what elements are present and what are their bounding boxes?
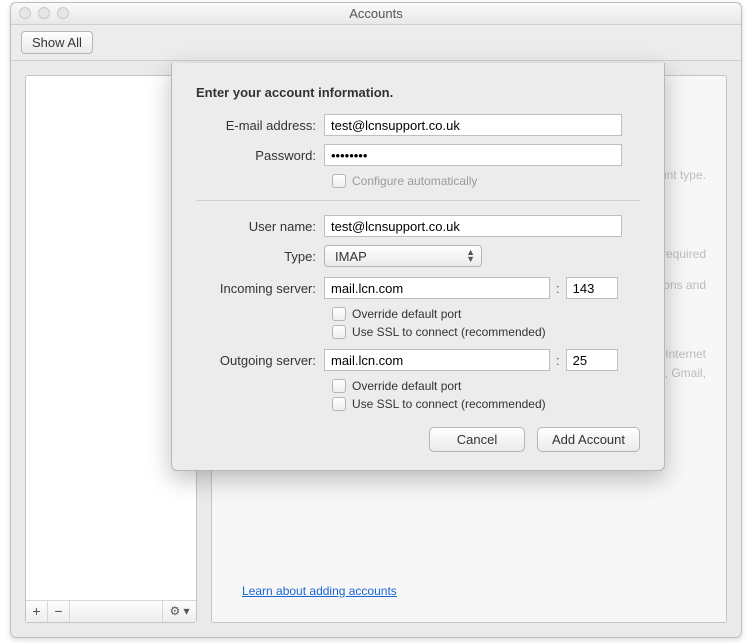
outgoing-server-field[interactable] <box>324 349 550 371</box>
email-field[interactable] <box>324 114 622 136</box>
incoming-server-field[interactable] <box>324 277 550 299</box>
sheet-buttons: Cancel Add Account <box>196 427 640 452</box>
close-window-button[interactable] <box>19 7 31 19</box>
add-account-confirm-button[interactable]: Add Account <box>537 427 640 452</box>
outgoing-port-field[interactable] <box>566 349 618 371</box>
remove-account-button[interactable]: − <box>48 601 70 622</box>
incoming-label: Incoming server: <box>196 281 324 296</box>
outgoing-override-port-checkbox[interactable] <box>332 379 346 393</box>
outgoing-label: Outgoing server: <box>196 353 324 368</box>
incoming-ssl-row[interactable]: Use SSL to connect (recommended) <box>332 325 640 339</box>
add-account-button[interactable]: + <box>26 601 48 622</box>
incoming-override-port-checkbox[interactable] <box>332 307 346 321</box>
preferences-window: Accounts Show All + − ⚙ ▾ get started, s… <box>10 2 742 638</box>
type-value: IMAP <box>335 249 367 264</box>
outgoing-override-port-row[interactable]: Override default port <box>332 379 640 393</box>
zoom-window-button[interactable] <box>57 7 69 19</box>
incoming-port-field[interactable] <box>566 277 618 299</box>
username-label: User name: <box>196 219 324 234</box>
type-label: Type: <box>196 249 324 264</box>
select-arrows-icon: ▲▼ <box>466 249 475 263</box>
cancel-button[interactable]: Cancel <box>429 427 525 452</box>
email-label: E-mail address: <box>196 118 324 133</box>
type-select[interactable]: IMAP ▲▼ <box>324 245 482 267</box>
sidebar-footer: + − ⚙ ▾ <box>26 600 196 622</box>
sheet-heading: Enter your account information. <box>196 85 640 100</box>
learn-more-link[interactable]: Learn about adding accounts <box>242 584 397 598</box>
incoming-ssl-checkbox[interactable] <box>332 325 346 339</box>
toolbar: Show All <box>11 25 741 61</box>
username-field[interactable] <box>324 215 622 237</box>
show-all-button[interactable]: Show All <box>21 31 93 54</box>
outgoing-ssl-row[interactable]: Use SSL to connect (recommended) <box>332 397 640 411</box>
divider <box>196 200 640 201</box>
incoming-override-port-row[interactable]: Override default port <box>332 307 640 321</box>
window-title: Accounts <box>349 6 402 21</box>
configure-auto-checkbox[interactable] <box>332 174 346 188</box>
configure-auto-label: Configure automatically <box>352 174 477 188</box>
minimize-window-button[interactable] <box>38 7 50 19</box>
account-actions-menu[interactable]: ⚙ ▾ <box>162 601 196 622</box>
configure-auto-row[interactable]: Configure automatically <box>332 174 640 188</box>
outgoing-ssl-checkbox[interactable] <box>332 397 346 411</box>
titlebar: Accounts <box>11 3 741 25</box>
password-field[interactable] <box>324 144 622 166</box>
window-controls <box>19 7 69 19</box>
account-info-sheet: Enter your account information. E-mail a… <box>171 63 665 471</box>
password-label: Password: <box>196 148 324 163</box>
